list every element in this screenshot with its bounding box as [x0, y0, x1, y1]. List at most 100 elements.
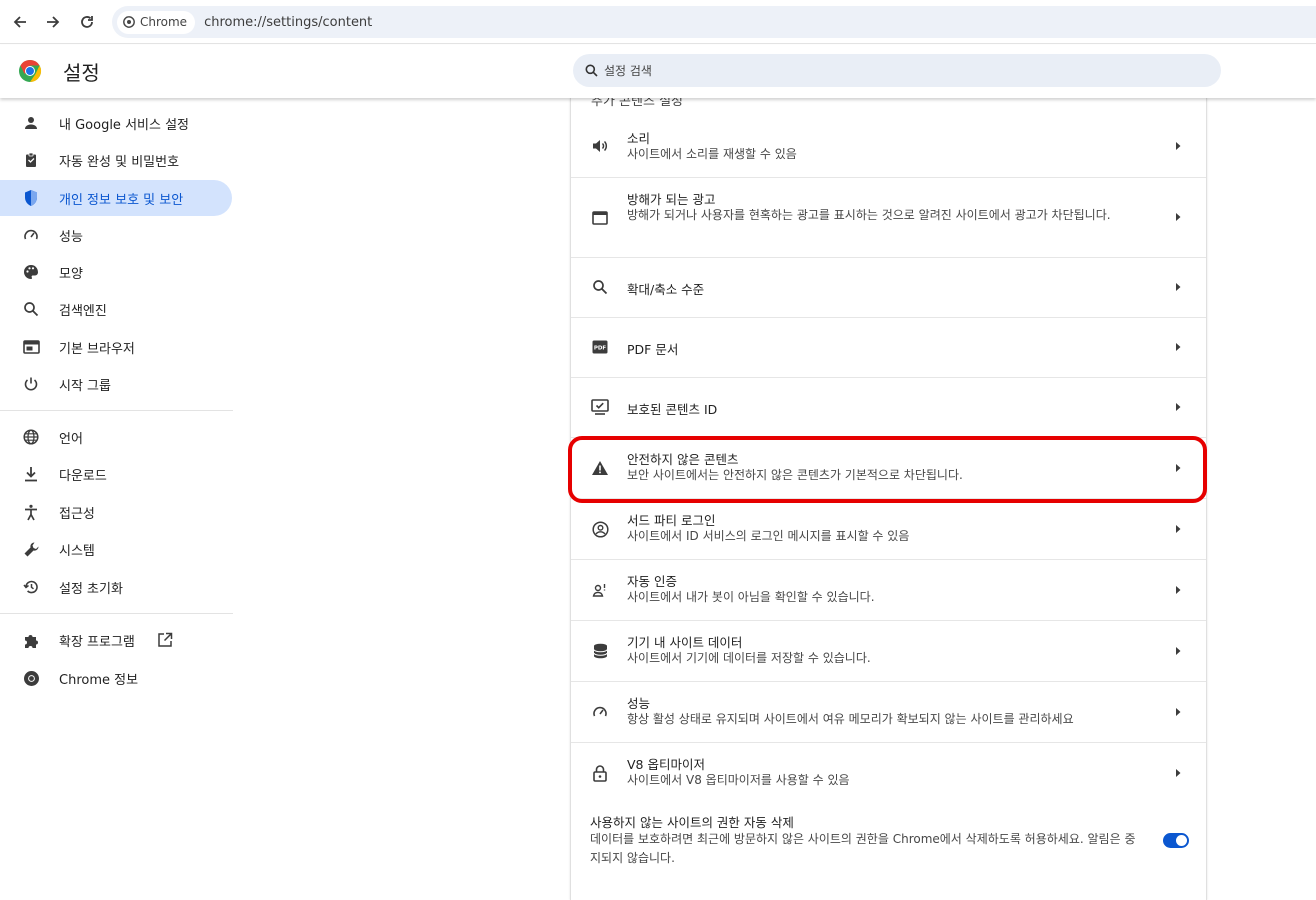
speedometer-icon	[590, 702, 610, 722]
setting-row-pdf[interactable]: PDF PDF 문서	[571, 317, 1206, 377]
chevron-right-icon	[1176, 525, 1181, 533]
person-icon	[21, 113, 41, 133]
row-subtitle: 방해가 되거나 사용자를 현혹하는 광고를 표시하는 것으로 알려진 사이트에서…	[627, 208, 1111, 222]
sidebar-item-default-browser[interactable]: 기본 브라우저	[0, 329, 232, 365]
open-in-new-icon	[157, 632, 173, 652]
sidebar-item-label: 다운로드	[59, 468, 107, 484]
chrome-icon	[21, 668, 41, 688]
back-button[interactable]	[7, 9, 33, 35]
sidebar-item-languages[interactable]: 언어	[0, 419, 232, 455]
search-placeholder: 설정 검색	[604, 64, 652, 78]
sidebar-item-reset[interactable]: 설정 초기화	[0, 569, 232, 605]
row-title: 보호된 콘텐츠 ID	[627, 402, 718, 417]
sidebar-item-privacy[interactable]: 개인 정보 보호 및 보안	[0, 180, 232, 216]
sidebar-item-label: 내 Google 서비스 설정	[59, 117, 189, 133]
browser-icon	[21, 337, 41, 357]
sidebar-item-search-engine[interactable]: 검색엔진	[0, 291, 232, 327]
setting-row-sound[interactable]: 소리 사이트에서 소리를 재생할 수 있음	[571, 117, 1206, 177]
speaker-icon	[590, 136, 610, 156]
chevron-right-icon	[1176, 708, 1181, 716]
chevron-right-icon	[1176, 586, 1181, 594]
sidebar-item-label: 모양	[59, 266, 83, 282]
setting-row-zoom[interactable]: 확대/축소 수준	[571, 257, 1206, 317]
power-icon	[21, 374, 41, 394]
content-settings-card: 추가 콘텐츠 설정 소리 사이트에서 소리를 재생할 수 있음 방해가 되는 광…	[570, 94, 1207, 900]
setting-row-on-device-site-data[interactable]: 기기 내 사이트 데이터 사이트에서 기기에 데이터를 저장할 수 있습니다.	[571, 620, 1206, 681]
chevron-right-icon	[1176, 142, 1181, 150]
setting-row-v8-optimizer[interactable]: V8 옵티마이저 사이트에서 V8 옵티마이저를 사용할 수 있음	[571, 742, 1206, 803]
row-subtitle: 사이트에서 소리를 재생할 수 있음	[627, 147, 797, 161]
sidebar-item-google-services[interactable]: 내 Google 서비스 설정	[0, 105, 232, 141]
protected-content-icon	[590, 397, 610, 417]
clipboard-icon	[21, 150, 41, 170]
settings-search[interactable]: 설정 검색	[573, 54, 1221, 87]
reload-icon	[81, 16, 93, 28]
forward-button[interactable]	[40, 9, 66, 35]
window-icon	[590, 208, 610, 228]
row-subtitle: 데이터를 보호하려면 최근에 방문하지 않은 사이트의 권한을 Chrome에서…	[590, 832, 1136, 865]
sidebar-item-about-chrome[interactable]: Chrome 정보	[0, 660, 232, 696]
sidebar-item-label: 접근성	[59, 506, 95, 522]
sidebar-item-label: 시스템	[59, 543, 95, 559]
row-title: 확대/축소 수준	[627, 282, 705, 297]
sidebar-item-performance[interactable]: 성능	[0, 217, 232, 253]
chevron-right-icon	[1176, 403, 1181, 411]
reload-button[interactable]	[74, 9, 100, 35]
setting-row-intrusive-ads[interactable]: 방해가 되는 광고 방해가 되거나 사용자를 현혹하는 광고를 표시하는 것으로…	[571, 177, 1206, 257]
puzzle-icon	[21, 630, 41, 650]
sidebar-item-label: 검색엔진	[59, 303, 107, 319]
address-bar[interactable]: Chrome chrome://settings/content	[112, 6, 1316, 38]
row-subtitle: 항상 활성 상태로 유지되며 사이트에서 여유 메모리가 확보되지 않는 사이트…	[627, 712, 1074, 726]
browser-toolbar: Chrome chrome://settings/content	[0, 0, 1316, 44]
site-chip[interactable]: Chrome	[117, 10, 196, 34]
sidebar-item-label: 언어	[59, 431, 83, 447]
search-icon	[585, 64, 598, 77]
globe-icon	[21, 427, 41, 447]
setting-row-protected-content[interactable]: 보호된 콘텐츠 ID	[571, 377, 1206, 437]
url-text[interactable]: chrome://settings/content	[204, 15, 372, 30]
sidebar-divider	[0, 410, 233, 411]
sidebar-item-system[interactable]: 시스템	[0, 531, 232, 567]
sidebar-item-label: 확장 프로그램	[59, 634, 135, 650]
download-icon	[21, 464, 41, 484]
row-subtitle: 사이트에서 내가 봇이 아님을 확인할 수 있습니다.	[627, 590, 875, 604]
sidebar-item-label: 자동 완성 및 비밀번호	[59, 154, 180, 170]
page-title: 설정	[63, 61, 100, 85]
wrench-icon	[21, 539, 41, 559]
sidebar: 내 Google 서비스 설정 자동 완성 및 비밀번호 개인 정보 보호 및 …	[0, 98, 233, 900]
chevron-right-icon	[1176, 283, 1181, 291]
chevron-right-icon	[1176, 769, 1181, 777]
speedometer-icon	[21, 225, 41, 245]
history-icon	[21, 577, 41, 597]
sidebar-item-appearance[interactable]: 모양	[0, 254, 232, 290]
sidebar-item-label: 시작 그룹	[59, 378, 111, 394]
chevron-right-icon	[1176, 343, 1181, 351]
sidebar-item-accessibility[interactable]: 접근성	[0, 494, 232, 530]
setting-row-auto-verify[interactable]: 자동 인증 사이트에서 내가 봇이 아님을 확인할 수 있습니다.	[571, 559, 1206, 620]
setting-row-auto-revoke: 사용하지 않는 사이트의 권한 자동 삭제 데이터를 보호하려면 최근에 방문하…	[571, 803, 1206, 883]
zoom-icon	[590, 277, 610, 297]
account-circle-icon	[590, 519, 610, 539]
setting-row-performance[interactable]: 성능 항상 활성 상태로 유지되며 사이트에서 여유 메모리가 확보되지 않는 …	[571, 681, 1206, 742]
sidebar-item-startup[interactable]: 시작 그룹	[0, 366, 232, 402]
svg-text:PDF: PDF	[594, 346, 607, 352]
sidebar-item-label: 성능	[59, 229, 83, 245]
person-check-icon	[590, 580, 610, 600]
chrome-icon	[123, 16, 135, 28]
auto-revoke-toggle[interactable]	[1163, 833, 1189, 848]
chevron-right-icon	[1176, 464, 1181, 472]
row-subtitle: 사이트에서 ID 서비스의 로그인 메시지를 표시할 수 있음	[627, 529, 910, 543]
row-subtitle: 보안 사이트에서는 안전하지 않은 콘텐츠가 기본적으로 차단됩니다.	[627, 468, 963, 482]
setting-row-third-party-signin[interactable]: 서드 파티 로그인 사이트에서 ID 서비스의 로그인 메시지를 표시할 수 있…	[571, 498, 1206, 559]
site-chip-label: Chrome	[140, 15, 188, 29]
row-title: PDF 문서	[627, 342, 679, 357]
sidebar-item-downloads[interactable]: 다운로드	[0, 456, 232, 492]
sidebar-item-extensions[interactable]: 확장 프로그램	[0, 622, 232, 658]
row-subtitle: 사이트에서 기기에 데이터를 저장할 수 있습니다.	[627, 651, 871, 665]
sidebar-item-autofill[interactable]: 자동 완성 및 비밀번호	[0, 142, 232, 178]
row-subtitle: 사이트에서 V8 옵티마이저를 사용할 수 있음	[627, 773, 850, 787]
settings-header: 설정 설정 검색	[0, 45, 1316, 98]
database-icon	[590, 641, 610, 661]
sidebar-item-label: Chrome 정보	[59, 672, 139, 688]
setting-row-insecure-content[interactable]: 안전하지 않은 콘텐츠 보안 사이트에서는 안전하지 않은 콘텐츠가 기본적으로…	[571, 437, 1206, 498]
